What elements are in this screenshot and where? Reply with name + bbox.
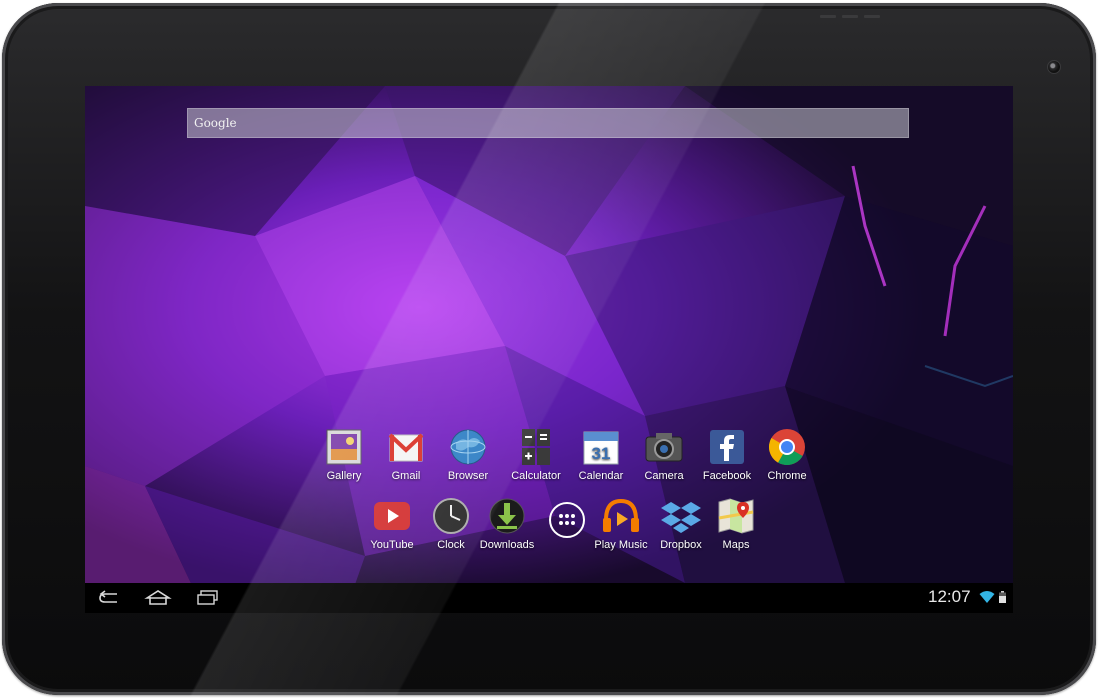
system-navigation-bar: 12:07 bbox=[85, 583, 1013, 613]
youtube-icon bbox=[372, 496, 412, 536]
browser-icon bbox=[448, 427, 488, 467]
home-icon bbox=[144, 590, 172, 605]
home-screen: Google Gallery Gmail Browser Calculator … bbox=[85, 86, 1013, 613]
gallery-icon bbox=[324, 427, 364, 467]
app-label: Calendar bbox=[578, 470, 624, 482]
app-label: Gmail bbox=[391, 470, 421, 482]
app-camera[interactable]: Camera bbox=[629, 427, 699, 482]
app-calculator[interactable]: Calculator bbox=[501, 427, 571, 482]
play-music-icon bbox=[601, 496, 641, 536]
battery-icon bbox=[999, 591, 1006, 603]
calculator-icon bbox=[516, 427, 556, 467]
all-apps-icon bbox=[547, 500, 587, 540]
search-bar-label: Google bbox=[194, 116, 237, 130]
app-maps[interactable]: Maps bbox=[701, 496, 771, 551]
app-gallery[interactable]: Gallery bbox=[309, 427, 379, 482]
app-gmail[interactable]: Gmail bbox=[371, 427, 441, 482]
app-chrome[interactable]: Chrome bbox=[752, 427, 822, 482]
home-button[interactable] bbox=[143, 589, 173, 607]
clock-icon bbox=[431, 496, 471, 536]
app-label: Gallery bbox=[326, 470, 362, 482]
front-camera bbox=[1047, 60, 1061, 74]
app-label: Maps bbox=[722, 539, 750, 551]
app-label: Calculator bbox=[511, 470, 561, 482]
dropbox-icon bbox=[661, 496, 701, 536]
downloads-icon bbox=[487, 496, 527, 536]
chrome-icon bbox=[767, 427, 807, 467]
status-clock: 12:07 bbox=[928, 587, 971, 606]
app-label: Chrome bbox=[767, 470, 807, 482]
wifi-icon bbox=[979, 591, 995, 603]
recent-apps-icon bbox=[197, 590, 218, 605]
recent-apps-button[interactable] bbox=[193, 589, 223, 607]
maps-icon bbox=[716, 496, 756, 536]
app-label: Browser bbox=[447, 470, 489, 482]
back-icon bbox=[99, 590, 117, 603]
gmail-icon bbox=[386, 427, 426, 467]
app-label: Camera bbox=[644, 470, 684, 482]
facebook-icon bbox=[707, 427, 747, 467]
back-button[interactable] bbox=[95, 589, 125, 607]
google-search-bar[interactable]: Google bbox=[187, 108, 909, 138]
hardware-buttons bbox=[820, 3, 900, 18]
camera-icon bbox=[644, 427, 684, 467]
app-browser[interactable]: Browser bbox=[433, 427, 503, 482]
app-calendar[interactable]: 31 Calendar bbox=[566, 427, 636, 482]
calendar-day-number: 31 bbox=[592, 444, 611, 463]
calendar-icon: 31 bbox=[581, 427, 621, 467]
